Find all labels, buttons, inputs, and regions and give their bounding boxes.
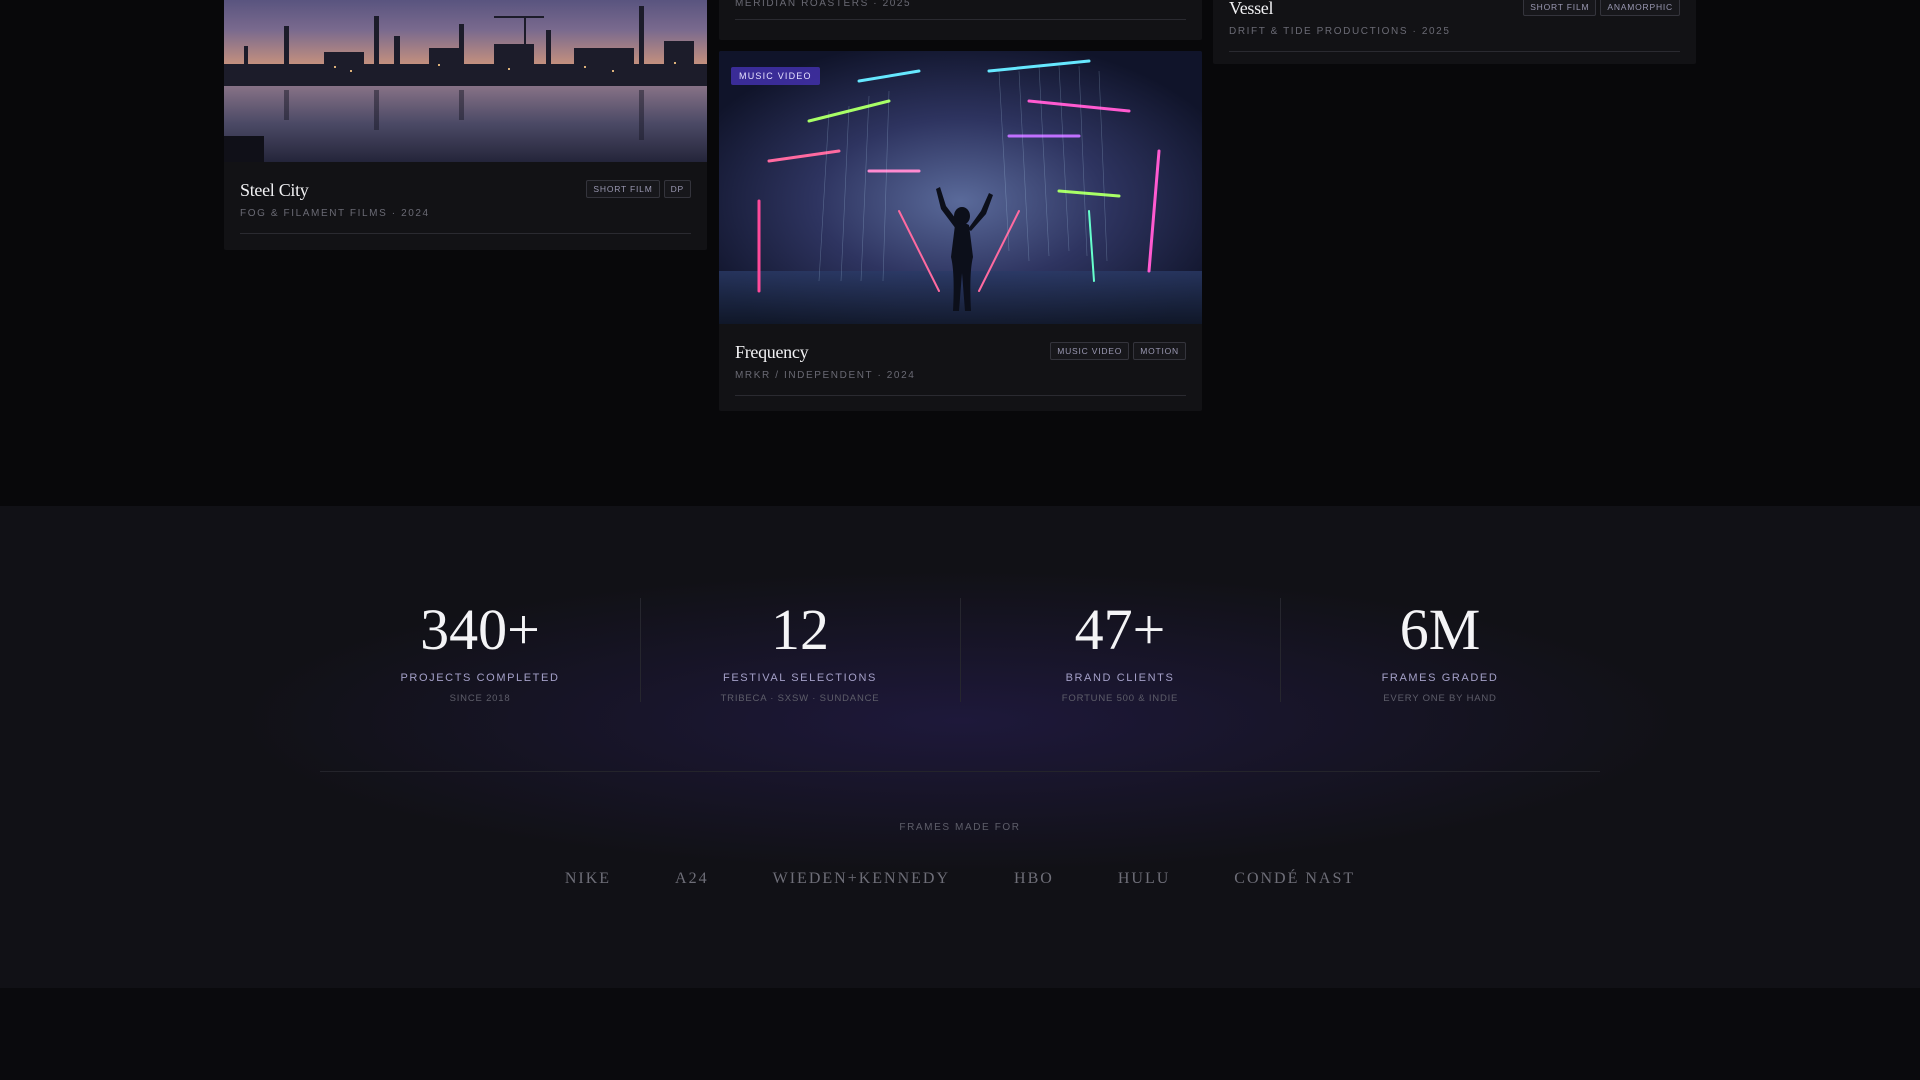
section-divider	[320, 771, 1600, 772]
client-logo-hulu: Hulu	[1117, 870, 1171, 887]
project-card-frequency[interactable]: Music Video Frequency MRKR / Independent…	[719, 51, 1202, 411]
tag-motion[interactable]: Motion	[1133, 342, 1186, 360]
portfolio-page: Steel City Fog & Filament Films · 2024 S…	[0, 0, 1920, 1080]
tag-dp[interactable]: DP	[663, 180, 691, 198]
project-info: Steel City Fog & Filament Films · 2024 S…	[224, 162, 707, 234]
project-meta: MRKR / Independent · 2024	[735, 370, 916, 381]
tag-short-film[interactable]: Short Film	[586, 180, 660, 198]
project-thumbnail-frequency[interactable]: Music Video	[719, 51, 1202, 324]
card-divider	[735, 395, 1186, 396]
footer-band	[0, 988, 1920, 1080]
client-logo-nike: Nike	[564, 870, 612, 887]
tag-list: Short Film Anamorphic	[1523, 0, 1680, 16]
industrial-skyline-image	[224, 0, 707, 162]
project-meta: Drift & Tide Productions · 2025	[1229, 26, 1451, 37]
project-info: Vessel Drift & Tide Productions · 2025 S…	[1213, 0, 1696, 52]
project-info: Meridian Roasters · 2025	[719, 0, 1202, 20]
neon-dancer-image	[719, 51, 1202, 324]
stat-festival-selections: 12 Festival Selections Tribeca · SXSW · …	[640, 598, 960, 708]
stats-row: 340+ Projects Completed Since 2018 12 Fe…	[320, 598, 1600, 708]
clients-heading: Frames made for	[899, 822, 1021, 833]
tag-anamorphic[interactable]: Anamorphic	[1600, 0, 1680, 16]
project-thumbnail-steel-city[interactable]	[224, 0, 707, 162]
card-divider	[1229, 51, 1680, 52]
stat-value: 47+	[1074, 597, 1166, 662]
project-info: Frequency MRKR / Independent · 2024 Musi…	[719, 324, 1202, 396]
stat-brand-clients: 47+ Brand Clients Fortune 500 & Indie	[960, 598, 1280, 708]
project-meta: Meridian Roasters · 2025	[735, 0, 912, 9]
client-logo-hbo: HBO	[1014, 870, 1054, 887]
tag-short-film[interactable]: Short Film	[1523, 0, 1597, 16]
stat-value: 340+	[420, 597, 540, 662]
stat-label: Frames Graded	[1381, 672, 1499, 684]
card-divider	[240, 233, 691, 234]
stat-label: Projects Completed	[400, 672, 560, 684]
category-badge: Music Video	[731, 67, 820, 85]
stat-value: 12	[771, 597, 829, 662]
stat-subtext: Since 2018	[449, 693, 511, 704]
stat-subtext: Tribeca · SXSW · Sundance	[720, 693, 880, 704]
client-logo-wieden-kennedy: Wieden+Kennedy	[772, 870, 951, 887]
stat-projects-completed: 340+ Projects Completed Since 2018	[320, 598, 640, 708]
project-card-meridian[interactable]: Meridian Roasters · 2025	[719, 0, 1202, 40]
stat-subtext: Every one by hand	[1383, 693, 1497, 704]
client-logo-row: Nike A24 Wieden+Kennedy HBO Hulu Condé N…	[0, 870, 1920, 888]
stat-subtext: Fortune 500 & Indie	[1061, 693, 1179, 704]
stats-section: 340+ Projects Completed Since 2018 12 Fe…	[0, 506, 1920, 988]
client-logo-a24: A24	[675, 870, 709, 887]
stat-label: Brand Clients	[1065, 672, 1175, 684]
project-meta: Fog & Filament Films · 2024	[240, 208, 430, 219]
stat-label: Festival Selections	[723, 672, 877, 684]
tag-list: Music Video Motion	[1050, 342, 1186, 360]
project-card-steel-city[interactable]: Steel City Fog & Filament Films · 2024 S…	[224, 0, 707, 250]
client-logo-conde-nast: Condé Nast	[1234, 870, 1356, 887]
card-divider	[735, 19, 1186, 20]
tag-list: Short Film DP	[586, 180, 691, 198]
stat-frames-graded: 6M Frames Graded Every one by hand	[1280, 598, 1600, 708]
project-card-vessel[interactable]: Vessel Drift & Tide Productions · 2025 S…	[1213, 0, 1696, 64]
stat-value: 6M	[1399, 597, 1481, 662]
tag-music-video[interactable]: Music Video	[1050, 342, 1130, 360]
